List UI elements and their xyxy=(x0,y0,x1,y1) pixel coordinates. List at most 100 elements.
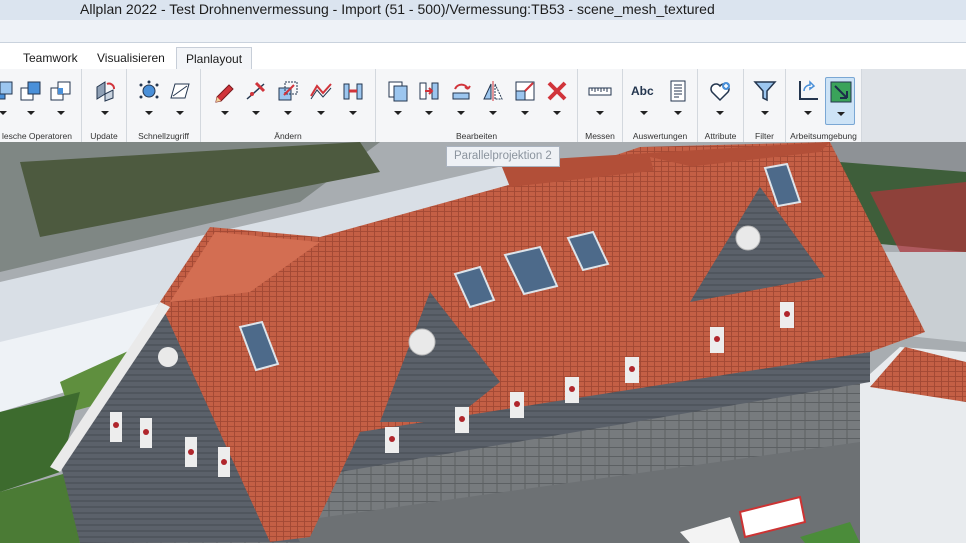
point-snap-icon xyxy=(139,80,159,99)
tab-teamwork[interactable]: Teamwork xyxy=(14,47,87,69)
stretch-icon xyxy=(278,81,298,101)
tool-plane[interactable] xyxy=(165,77,195,125)
viewport-3d[interactable] xyxy=(0,142,966,543)
group-label-modify: Ändern xyxy=(274,131,302,141)
dropdown-caret[interactable] xyxy=(761,111,769,115)
group-edit: Bearbeiten xyxy=(376,69,578,142)
group-measure: Messen xyxy=(578,69,623,142)
group-label-operators: lesche Operatoren xyxy=(2,131,72,141)
tool-attributes[interactable] xyxy=(705,77,735,125)
tool-filter[interactable] xyxy=(750,77,780,125)
group-label-attributes: Attribute xyxy=(704,131,737,141)
dropdown-caret[interactable] xyxy=(489,111,497,115)
axes-icon xyxy=(799,80,818,100)
tool-copy[interactable] xyxy=(383,77,413,125)
tool-join[interactable] xyxy=(338,77,368,125)
scale-icon xyxy=(515,81,535,101)
dropdown-caret[interactable] xyxy=(101,111,109,115)
tool-move[interactable] xyxy=(414,77,444,125)
dropdown-caret[interactable] xyxy=(425,111,433,115)
dropdown-caret[interactable] xyxy=(57,111,65,115)
dropdown-caret[interactable] xyxy=(804,111,812,115)
dropdown-caret[interactable] xyxy=(0,111,7,115)
report-list-icon xyxy=(670,80,686,102)
dropdown-caret[interactable] xyxy=(394,111,402,115)
group-modify: Ändern xyxy=(201,69,376,142)
tab-planlayout[interactable]: Planlayout xyxy=(176,47,253,69)
tool-measure[interactable] xyxy=(585,77,615,125)
tab-visualisieren[interactable]: Visualisieren xyxy=(88,47,174,69)
tool-polyline[interactable] xyxy=(306,77,336,125)
group-update: Update xyxy=(82,69,127,142)
ruler-icon xyxy=(588,87,612,96)
text-abc-icon: Abc xyxy=(631,84,654,98)
tool-work-plane[interactable] xyxy=(825,77,855,125)
union-icon xyxy=(0,81,13,100)
dropdown-caret[interactable] xyxy=(27,111,35,115)
delete-x-icon xyxy=(547,81,567,101)
tool-snap-points[interactable] xyxy=(134,77,164,125)
mirror-icon xyxy=(483,81,503,101)
tool-operator-2[interactable] xyxy=(16,77,46,125)
heart-attribute-icon xyxy=(710,82,730,102)
dropdown-caret[interactable] xyxy=(521,111,529,115)
group-quick-access: Schnellzugriff xyxy=(127,69,201,142)
dropdown-caret[interactable] xyxy=(317,111,325,115)
work-plane-icon xyxy=(830,81,852,103)
group-label-edit: Bearbeiten xyxy=(455,131,498,141)
move-icon xyxy=(419,82,439,100)
window-title: Allplan 2022 - Test Drohnenvermessung - … xyxy=(80,1,715,17)
dropdown-caret[interactable] xyxy=(221,111,229,115)
textured-mesh-view xyxy=(0,142,966,543)
tab-partial-left[interactable] xyxy=(0,47,12,69)
tool-coordinate-system[interactable] xyxy=(793,77,823,125)
funnel-icon xyxy=(753,81,777,102)
projection-tooltip: Parallelprojektion 2 xyxy=(446,146,560,167)
ribbon-tab-bar: Teamwork Visualisieren Planlayout xyxy=(0,43,966,69)
dropdown-caret[interactable] xyxy=(145,111,153,115)
dropdown-caret[interactable] xyxy=(553,111,561,115)
pencil-icon xyxy=(215,84,234,103)
dropdown-caret[interactable] xyxy=(596,111,604,115)
update-icon xyxy=(96,81,115,102)
dropdown-caret[interactable] xyxy=(837,112,845,116)
dropdown-caret[interactable] xyxy=(349,111,357,115)
group-work-environment: Arbeitsumgebung xyxy=(786,69,862,142)
group-operators: lesche Operatoren xyxy=(0,69,82,142)
group-evaluations: Abc Auswertungen xyxy=(623,69,698,142)
group-label-evaluations: Auswertungen xyxy=(632,131,688,141)
rotate-icon xyxy=(452,83,471,100)
group-filter: Filter xyxy=(744,69,786,142)
tool-scale[interactable] xyxy=(510,77,540,125)
tool-mirror[interactable] xyxy=(478,77,508,125)
dropdown-caret[interactable] xyxy=(716,111,724,115)
join-icon xyxy=(343,83,363,100)
title-bar: Allplan 2022 - Test Drohnenvermessung - … xyxy=(0,0,966,20)
group-label-measure: Messen xyxy=(585,131,615,141)
group-label-filter: Filter xyxy=(755,131,774,141)
tool-rotate[interactable] xyxy=(446,77,476,125)
modify-points-icon xyxy=(246,81,266,100)
group-label-quick-access: Schnellzugriff xyxy=(138,131,189,141)
dropdown-caret[interactable] xyxy=(457,111,465,115)
dropdown-caret[interactable] xyxy=(640,111,648,115)
title-strip xyxy=(0,20,966,43)
dropdown-caret[interactable] xyxy=(284,111,292,115)
tool-operator-3[interactable] xyxy=(46,77,76,125)
tool-report[interactable] xyxy=(663,77,693,125)
tool-modify-properties[interactable] xyxy=(210,77,240,125)
group-label-update: Update xyxy=(90,131,118,141)
tool-modify-points[interactable] xyxy=(241,77,271,125)
intersect-icon xyxy=(50,81,71,101)
tool-text[interactable]: Abc xyxy=(629,77,659,125)
dropdown-caret[interactable] xyxy=(674,111,682,115)
tool-update[interactable] xyxy=(90,77,120,125)
tool-delete[interactable] xyxy=(542,77,572,125)
dropdown-caret[interactable] xyxy=(176,111,184,115)
polyline-icon xyxy=(310,83,332,100)
plane-icon xyxy=(170,83,190,99)
dropdown-caret[interactable] xyxy=(252,111,260,115)
group-attributes: Attribute xyxy=(698,69,744,142)
tool-stretch[interactable] xyxy=(273,77,303,125)
ribbon: lesche Operatoren Update Schnellzugriff xyxy=(0,69,862,143)
